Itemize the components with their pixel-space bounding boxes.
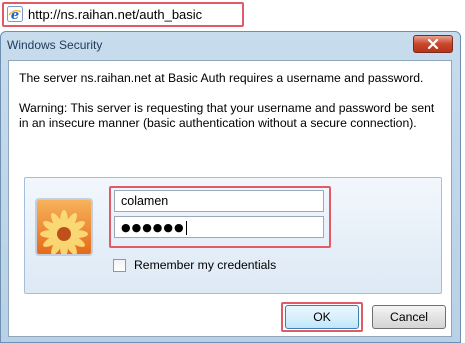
dialog-titlebar[interactable]: Windows Security xyxy=(1,32,460,59)
cancel-button[interactable]: Cancel xyxy=(372,305,446,329)
password-field[interactable]: ●●●●●● xyxy=(114,216,324,238)
password-value: ●●●●●● xyxy=(121,221,185,234)
user-avatar xyxy=(35,198,93,256)
internet-explorer-icon: e xyxy=(7,6,23,22)
username-field[interactable]: colamen xyxy=(114,190,324,212)
dialog-title: Windows Security xyxy=(7,38,103,52)
close-icon xyxy=(427,39,439,49)
remember-label: Remember my credentials xyxy=(134,258,277,272)
server-message: The server ns.raihan.net at Basic Auth r… xyxy=(19,71,424,85)
text-caret xyxy=(185,221,187,235)
remember-checkbox[interactable] xyxy=(113,258,126,272)
dialog-body: The server ns.raihan.net at Basic Auth r… xyxy=(8,60,452,337)
user-flower-avatar-icon xyxy=(37,200,91,254)
username-value: colamen xyxy=(121,194,169,208)
address-url[interactable]: http://ns.raihan.net/auth_basic xyxy=(28,7,202,22)
windows-security-dialog: Windows Security The server ns.raihan.ne… xyxy=(0,31,461,343)
insecure-warning: Warning: This server is requesting that … xyxy=(19,101,435,130)
ok-button[interactable]: OK xyxy=(285,305,359,329)
remember-credentials[interactable]: Remember my credentials xyxy=(113,257,276,273)
close-button[interactable] xyxy=(413,35,453,53)
browser-address-bar: e http://ns.raihan.net/auth_basic xyxy=(0,0,465,31)
credentials-panel: colamen ●●●●●● Remember my credentials xyxy=(24,177,442,294)
